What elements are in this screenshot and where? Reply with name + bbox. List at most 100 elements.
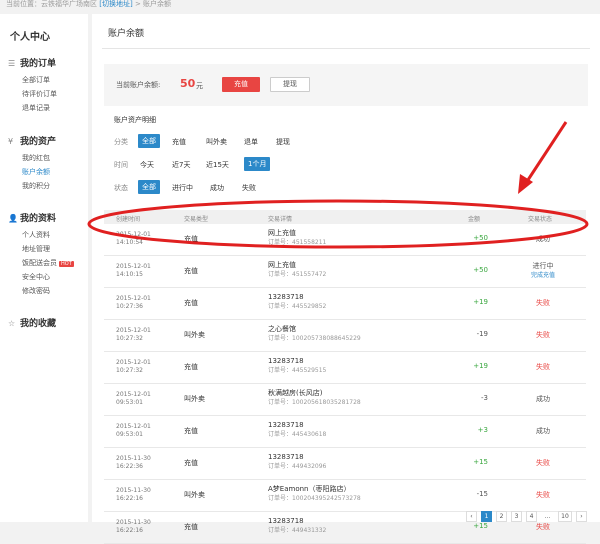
detail-text: 13283718 bbox=[268, 357, 304, 365]
time-text: 10:27:36 bbox=[116, 303, 143, 310]
status-text: 进行中 bbox=[532, 262, 554, 270]
sidebar-item-pending-review[interactable]: 待评价订单 bbox=[22, 89, 57, 99]
date-cell: 2015-12-01 10:27:32 bbox=[116, 359, 151, 375]
filter-option-7days[interactable]: 近7天 bbox=[172, 160, 190, 170]
user-center-title[interactable]: 个人中心 bbox=[10, 28, 50, 43]
type-cell: 充值 bbox=[184, 299, 198, 307]
date-cell: 2015-11-30 16:22:36 bbox=[116, 455, 151, 471]
order-number: 订单号：445529515 bbox=[268, 367, 327, 374]
sidebar-item-security[interactable]: 安全中心 bbox=[22, 272, 50, 282]
date-cell: 2015-11-30 16:22:16 bbox=[116, 519, 151, 535]
sidebar-item-password[interactable]: 修改密码 bbox=[22, 286, 50, 296]
status-cell: 成功 bbox=[536, 427, 550, 435]
page-2-button[interactable]: 2 bbox=[496, 511, 507, 522]
filter-option-today[interactable]: 今天 bbox=[140, 160, 154, 170]
filter-option-in-progress[interactable]: 进行中 bbox=[172, 183, 193, 193]
list-icon: ☰ bbox=[8, 59, 16, 68]
type-cell: 充值 bbox=[184, 267, 198, 275]
filter-option-refund[interactable]: 退单 bbox=[244, 137, 258, 147]
status-cell: 成功 bbox=[536, 395, 550, 403]
filter-option-status-all[interactable]: 全部 bbox=[138, 180, 160, 194]
withdraw-button[interactable]: 提现 bbox=[270, 77, 310, 92]
order-number: 订单号：449432096 bbox=[268, 463, 327, 470]
filter-option-1month[interactable]: 1个月 bbox=[244, 157, 271, 171]
sidebar-item-red-packets[interactable]: 我的红包 bbox=[22, 153, 50, 163]
sidebar-item-all-orders[interactable]: 全部订单 bbox=[22, 75, 50, 85]
filter-key: 状态 bbox=[114, 184, 128, 192]
detail-cell: 13283718 订单号：445529515 bbox=[268, 357, 326, 375]
table-header: 创建时间 交易类型 交易详情 金额 交易状态 bbox=[104, 210, 586, 224]
date-cell: 2015-12-01 10:27:32 bbox=[116, 327, 151, 343]
filter-option-withdraw[interactable]: 提现 bbox=[276, 137, 290, 147]
sidebar-item-address[interactable]: 地址管理 bbox=[22, 244, 50, 254]
filter-option-takeout[interactable]: 叫外卖 bbox=[206, 137, 227, 147]
time-text: 14:10:15 bbox=[116, 271, 143, 278]
star-icon: ☆ bbox=[8, 319, 16, 328]
sidebar: 个人中心 ☰ 我的订单 全部订单 待评价订单 退单记录 ¥ 我的资产 我的红包 账户… bbox=[0, 14, 88, 522]
filter-key: 时间 bbox=[114, 161, 128, 169]
date-cell: 2015-11-30 16:22:16 bbox=[116, 487, 151, 503]
date-text: 2015-12-01 bbox=[116, 359, 151, 366]
table-row: 2015-12-01 14:10:54 充值 网上充值 订单号：451558211 +50… bbox=[104, 224, 586, 256]
status-cell: 失败 bbox=[536, 523, 550, 531]
filter-option-recharge[interactable]: 充值 bbox=[172, 137, 186, 147]
balance-unit: 元 bbox=[196, 82, 203, 90]
filter-option-all[interactable]: 全部 bbox=[138, 134, 160, 148]
date-text: 2015-11-30 bbox=[116, 487, 151, 494]
detail-cell: 13283718 订单号：449432096 bbox=[268, 453, 326, 471]
type-cell: 充值 bbox=[184, 235, 198, 243]
divider bbox=[102, 48, 590, 49]
page-3-button[interactable]: 3 bbox=[511, 511, 522, 522]
page-4-button[interactable]: 4 bbox=[526, 511, 537, 522]
section-title: 我的收藏 bbox=[20, 319, 57, 329]
detail-subtitle: 账户资产明细 bbox=[114, 116, 156, 124]
table-row: 2015-12-01 09:53:01 叫外卖 秋满越房(长风店) 订单号：100205… bbox=[104, 384, 586, 416]
breadcrumb-prefix: 当前位置： bbox=[6, 0, 41, 8]
amount-cell: -3 bbox=[481, 394, 488, 402]
filter-option-15days[interactable]: 近15天 bbox=[206, 160, 229, 170]
detail-text: 网上充值 bbox=[268, 261, 296, 269]
detail-cell: 13283718 订单号：445430618 bbox=[268, 421, 326, 439]
detail-cell: 13283718 订单号：449431332 bbox=[268, 517, 326, 535]
recharge-button[interactable]: 充值 bbox=[222, 77, 260, 92]
filter-status: 状态 全部 进行中 成功 失败 bbox=[114, 180, 414, 194]
page-1-button[interactable]: 1 bbox=[481, 511, 492, 522]
amount-cell: +3 bbox=[477, 426, 488, 434]
time-text: 10:27:32 bbox=[116, 335, 143, 342]
sidebar-item-points[interactable]: 我的积分 bbox=[22, 181, 50, 191]
amount-cell: -19 bbox=[476, 330, 488, 338]
table-row: 2015-12-01 10:27:32 叫外卖 之心餐馆 订单号：10020573808… bbox=[104, 320, 586, 352]
time-text: 09:53:01 bbox=[116, 399, 143, 406]
sidebar-item-membership[interactable]: 饭配送会员 HOT bbox=[22, 258, 74, 268]
filter-option-success[interactable]: 成功 bbox=[210, 183, 224, 193]
status-cell: 失败 bbox=[536, 299, 550, 307]
amount-cell: +15 bbox=[473, 522, 488, 530]
section-my-assets: ¥ 我的资产 bbox=[8, 134, 56, 147]
section-title: 我的订单 bbox=[20, 59, 57, 69]
order-number: 订单号：100205738088645229 bbox=[268, 335, 361, 342]
date-cell: 2015-12-01 14:10:15 bbox=[116, 263, 151, 279]
complete-recharge-link[interactable]: 完成充值 bbox=[524, 271, 562, 280]
amount-cell: +15 bbox=[473, 458, 488, 466]
filter-option-failed[interactable]: 失败 bbox=[242, 183, 256, 193]
sidebar-item-profile[interactable]: 个人资料 bbox=[22, 230, 50, 240]
type-cell: 叫外卖 bbox=[184, 331, 205, 339]
page-10-button[interactable]: 10 bbox=[558, 511, 572, 522]
order-number: 订单号：100204395242573278 bbox=[268, 495, 361, 502]
order-number: 订单号：445529852 bbox=[268, 303, 327, 310]
sidebar-item-balance[interactable]: 账户余额 bbox=[22, 167, 50, 177]
section-title: 我的资产 bbox=[20, 137, 57, 147]
switch-address-link[interactable]: [切换地址] bbox=[99, 0, 132, 8]
detail-text: A梦Eamonn（枣阳路店） bbox=[268, 485, 351, 493]
next-page-button[interactable]: › bbox=[576, 511, 587, 522]
filter-key: 分类 bbox=[114, 138, 128, 146]
section-my-favorites[interactable]: ☆ 我的收藏 bbox=[8, 316, 56, 329]
section-title: 我的资料 bbox=[20, 214, 57, 224]
prev-page-button[interactable]: ‹ bbox=[466, 511, 477, 522]
order-number: 订单号：449431332 bbox=[268, 527, 327, 534]
amount-cell: +50 bbox=[473, 234, 488, 242]
order-number: 订单号：100205618035281728 bbox=[268, 399, 361, 406]
date-text: 2015-12-01 bbox=[116, 391, 151, 398]
status-cell: 进行中 完成充值 bbox=[524, 262, 562, 280]
sidebar-item-refunds[interactable]: 退单记录 bbox=[22, 103, 50, 113]
